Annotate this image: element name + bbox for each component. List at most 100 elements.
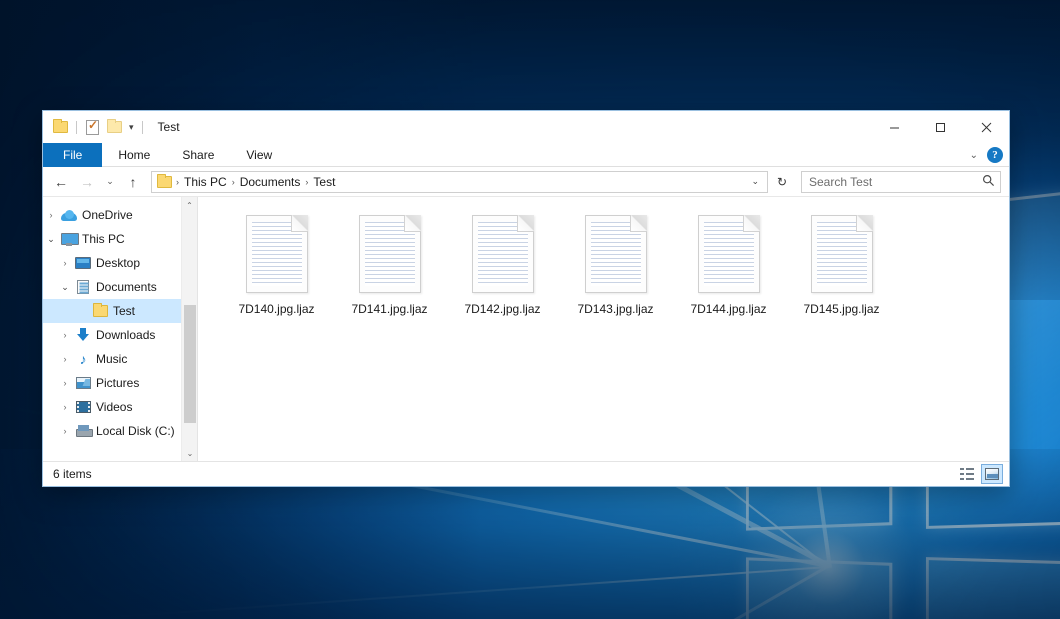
close-button[interactable]	[963, 111, 1009, 143]
list-item[interactable]: 7D140.jpg.ljaz	[220, 211, 333, 333]
desktop: ▾ Test File Home Share View	[0, 0, 1060, 619]
sidebar-item-label: Downloads	[93, 328, 155, 342]
list-item[interactable]: 7D142.jpg.ljaz	[446, 211, 559, 333]
status-bar: 6 items	[43, 461, 1009, 486]
pictures-icon	[73, 377, 93, 389]
details-view-button[interactable]	[956, 464, 978, 484]
tab-view[interactable]: View	[230, 143, 288, 167]
file-name-label: 7D142.jpg.ljaz	[464, 302, 540, 316]
chevron-down-icon[interactable]: ▾	[128, 123, 135, 132]
sidebar-item-label: Local Disk (C:)	[93, 424, 175, 438]
address-dropdown-icon[interactable]: ⌄	[745, 176, 765, 187]
file-explorer-window: ▾ Test File Home Share View	[42, 110, 1010, 487]
file-list-area[interactable]: 7D140.jpg.ljaz 7D141.jpg.ljaz 7D142.jpg.…	[198, 197, 1009, 461]
chevron-right-icon[interactable]: ›	[57, 403, 73, 412]
cloud-icon	[59, 210, 79, 221]
recent-locations-icon[interactable]: ⌄	[101, 170, 119, 194]
sidebar-item-label: Music	[93, 352, 127, 366]
search-placeholder: Search Test	[809, 175, 982, 189]
new-folder-icon[interactable]	[106, 119, 123, 136]
sidebar-item-desktop[interactable]: › Desktop	[43, 251, 197, 275]
title-bar: ▾ Test	[43, 111, 1009, 143]
sidebar-item-label: Pictures	[93, 376, 139, 390]
search-icon[interactable]	[982, 174, 995, 190]
file-name-label: 7D140.jpg.ljaz	[238, 302, 314, 316]
disk-icon	[73, 425, 93, 437]
maximize-button[interactable]	[917, 111, 963, 143]
scroll-down-icon[interactable]: ⌄	[182, 445, 198, 461]
breadcrumb-folder-icon	[157, 176, 172, 188]
list-item[interactable]: 7D143.jpg.ljaz	[559, 211, 672, 333]
tab-share[interactable]: Share	[166, 143, 230, 167]
generic-document-icon	[359, 215, 421, 293]
properties-icon[interactable]	[84, 119, 101, 136]
folder-icon[interactable]	[52, 119, 69, 136]
chevron-down-icon[interactable]: ⌄	[43, 235, 59, 244]
navigation-pane-scrollbar[interactable]: ⌃ ⌄	[181, 197, 197, 461]
monitor-icon	[59, 233, 79, 246]
sidebar-item-test[interactable]: Test	[43, 299, 197, 323]
quick-access-toolbar: ▾ Test	[43, 111, 180, 143]
documents-icon	[73, 280, 93, 294]
generic-document-icon	[811, 215, 873, 293]
sidebar-item-local-disk-c[interactable]: › Local Disk (C:)	[43, 419, 197, 443]
scroll-up-icon[interactable]: ⌃	[182, 197, 197, 213]
chevron-right-icon[interactable]: ›	[57, 331, 73, 340]
chevron-down-icon[interactable]: ⌄	[57, 283, 73, 292]
generic-document-icon	[246, 215, 308, 293]
file-name-label: 7D141.jpg.ljaz	[351, 302, 427, 316]
back-button[interactable]: ←	[49, 170, 73, 194]
file-grid: 7D140.jpg.ljaz 7D141.jpg.ljaz 7D142.jpg.…	[220, 211, 1009, 333]
chevron-right-icon[interactable]: ›	[57, 355, 73, 364]
ribbon-right-controls: ⌄ ?	[970, 143, 1003, 167]
videos-icon	[73, 401, 93, 413]
chevron-right-icon[interactable]: ›	[57, 379, 73, 388]
breadcrumb-item-documents[interactable]: Documents	[236, 175, 305, 189]
minimize-button[interactable]	[871, 111, 917, 143]
details-view-icon	[960, 468, 974, 480]
list-item[interactable]: 7D145.jpg.ljaz	[785, 211, 898, 333]
sidebar-item-music[interactable]: › ♪ Music	[43, 347, 197, 371]
music-icon: ♪	[73, 352, 93, 366]
sidebar-item-label: Desktop	[93, 256, 140, 270]
item-count-label: 6 items	[53, 467, 92, 481]
sidebar-item-onedrive[interactable]: › OneDrive	[43, 203, 197, 227]
folder-icon	[90, 305, 110, 317]
expand-ribbon-icon[interactable]: ⌄	[970, 150, 978, 161]
large-icons-view-button[interactable]	[981, 464, 1003, 484]
tab-home[interactable]: Home	[102, 143, 166, 167]
view-toggle-group	[956, 464, 1003, 484]
list-item[interactable]: 7D141.jpg.ljaz	[333, 211, 446, 333]
qat-separator	[76, 121, 77, 134]
up-button[interactable]: ↑	[121, 170, 145, 194]
refresh-icon[interactable]: ↻	[771, 171, 793, 193]
sidebar-item-pictures[interactable]: › Pictures	[43, 371, 197, 395]
navigation-tree: › OneDrive ⌄ This PC › Desktop	[43, 203, 197, 443]
forward-button[interactable]: →	[75, 170, 99, 194]
sidebar-item-videos[interactable]: › Videos	[43, 395, 197, 419]
file-name-label: 7D145.jpg.ljaz	[803, 302, 879, 316]
chevron-right-icon[interactable]: ›	[43, 211, 59, 220]
generic-document-icon	[472, 215, 534, 293]
downloads-icon	[73, 328, 93, 342]
search-input[interactable]: Search Test	[801, 171, 1001, 193]
breadcrumb[interactable]: › This PC › Documents › Test ⌄	[151, 171, 768, 193]
scrollbar-thumb[interactable]	[184, 305, 196, 423]
sidebar-item-documents[interactable]: ⌄ Documents	[43, 275, 197, 299]
help-icon[interactable]: ?	[987, 147, 1003, 163]
window-body: › OneDrive ⌄ This PC › Desktop	[43, 197, 1009, 461]
window-title: Test	[158, 120, 180, 134]
sidebar-item-downloads[interactable]: › Downloads	[43, 323, 197, 347]
tab-file[interactable]: File	[43, 143, 102, 167]
sidebar-item-this-pc[interactable]: ⌄ This PC	[43, 227, 197, 251]
sidebar-item-label: Videos	[93, 400, 132, 414]
generic-document-icon	[698, 215, 760, 293]
window-controls	[871, 111, 1009, 143]
chevron-right-icon[interactable]: ›	[57, 259, 73, 268]
breadcrumb-item-this-pc[interactable]: This PC	[180, 175, 231, 189]
file-name-label: 7D144.jpg.ljaz	[690, 302, 766, 316]
chevron-right-icon[interactable]: ›	[57, 427, 73, 436]
file-name-label: 7D143.jpg.ljaz	[577, 302, 653, 316]
breadcrumb-item-test[interactable]: Test	[309, 175, 339, 189]
list-item[interactable]: 7D144.jpg.ljaz	[672, 211, 785, 333]
